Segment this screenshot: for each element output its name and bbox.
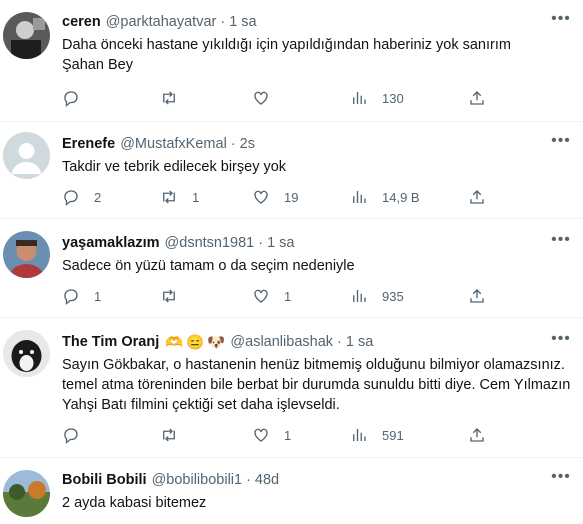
share-icon	[470, 91, 484, 105]
share-button[interactable]	[468, 188, 486, 206]
reply-icon	[64, 91, 78, 107]
views-icon	[353, 429, 366, 441]
tweet[interactable]: ceren @parktahayatvar · 1 sa ••• Daha ön…	[0, 0, 583, 122]
retweet-icon	[163, 190, 175, 204]
handle[interactable]: @dsntsn1981	[165, 235, 255, 251]
views-button[interactable]: 130	[350, 89, 404, 107]
reply-icon	[64, 428, 78, 444]
more-icon[interactable]: •••	[549, 331, 573, 352]
retweet-icon	[163, 289, 175, 303]
display-name[interactable]: Erenefe	[62, 136, 115, 152]
views-button[interactable]: 935	[350, 287, 404, 305]
handle[interactable]: @parktahayatvar	[106, 14, 217, 30]
views-icon	[353, 92, 366, 104]
tweet[interactable]: Bobili Bobili @bobilibobili1 · 48d ••• 2…	[0, 458, 583, 524]
share-button[interactable]	[468, 287, 486, 305]
timestamp[interactable]: 48d	[255, 472, 279, 488]
like-button[interactable]: 1	[252, 287, 291, 305]
reply-button[interactable]	[62, 89, 94, 107]
tweet-text: Takdir ve tebrik edilecek birşey yok	[62, 159, 287, 175]
heart-icon	[254, 91, 268, 105]
heart-icon	[254, 190, 268, 204]
views-icon	[353, 191, 366, 203]
like-count: 1	[284, 427, 292, 443]
reply-icon	[64, 190, 78, 206]
heart-hands-emoji: 🫶	[165, 334, 184, 351]
share-button[interactable]	[468, 426, 486, 444]
avatar[interactable]	[3, 470, 50, 517]
tweet-text: 2 ayda kabasi bitemez	[62, 495, 207, 511]
display-name[interactable]: ceren	[62, 14, 101, 30]
more-icon[interactable]: •••	[549, 232, 573, 253]
handle[interactable]: @aslanlibashak	[230, 334, 333, 350]
expressionless-face-emoji: 😑	[186, 334, 205, 351]
tweet[interactable]: The Tim Oranj 🫶 😑 🐶 @aslanlibashak · 1 s…	[0, 318, 583, 458]
tweet-text: Daha önceki hastane yıkıldığı için yapıl…	[62, 37, 511, 73]
avatar[interactable]	[3, 231, 50, 278]
reply-button[interactable]	[62, 426, 94, 444]
timestamp[interactable]: 2s	[240, 136, 255, 152]
timestamp[interactable]: 1 sa	[346, 334, 373, 350]
retweet-button[interactable]	[160, 426, 192, 444]
share-button[interactable]	[468, 89, 486, 107]
share-icon	[470, 428, 484, 442]
tweet[interactable]: yaşamaklazım @dsntsn1981 · 1 sa ••• Sade…	[0, 219, 583, 318]
more-icon[interactable]: •••	[549, 11, 573, 32]
reply-button[interactable]: 2	[62, 188, 101, 206]
more-icon[interactable]: •••	[549, 133, 573, 154]
handle[interactable]: @MustafxKemal	[120, 136, 227, 152]
views-button[interactable]: 14,9 B	[350, 188, 420, 206]
heart-icon	[254, 428, 268, 442]
tweet-text: Sayın Gökbakar, o hastanenin henüz bitme…	[62, 357, 571, 413]
like-button[interactable]: 19	[252, 188, 298, 206]
avatar[interactable]	[3, 132, 50, 179]
view-count: 14,9 B	[382, 189, 420, 205]
dog-face-emoji: 🐶	[207, 334, 226, 351]
retweet-button[interactable]: 1	[160, 188, 199, 206]
like-button[interactable]	[252, 89, 284, 107]
retweet-icon	[163, 428, 175, 442]
reply-count: 2	[94, 189, 102, 205]
like-count: 19	[284, 189, 299, 205]
name-emoji: 🫶 😑 🐶	[165, 334, 225, 351]
like-button[interactable]: 1	[252, 426, 291, 444]
share-icon	[470, 190, 484, 204]
retweet-button[interactable]	[160, 287, 192, 305]
reply-count: 1	[94, 288, 102, 304]
views-button[interactable]: 591	[350, 426, 404, 444]
tweet[interactable]: Erenefe @MustafxKemal · 2s ••• Takdir ve…	[0, 122, 583, 219]
display-name[interactable]: Bobili Bobili	[62, 472, 147, 488]
heart-icon	[254, 289, 268, 303]
retweet-icon	[163, 91, 175, 105]
timestamp[interactable]: 1 sa	[229, 14, 256, 30]
view-count: 130	[382, 90, 404, 106]
avatar[interactable]	[3, 12, 50, 59]
display-name[interactable]: The Tim Oranj	[62, 334, 159, 350]
avatar[interactable]	[3, 330, 50, 377]
more-icon[interactable]: •••	[549, 469, 573, 490]
reply-button[interactable]: 1	[62, 287, 101, 305]
handle[interactable]: @bobilibobili1	[152, 472, 243, 488]
views-icon	[353, 290, 366, 302]
view-count: 591	[382, 427, 404, 443]
view-count: 935	[382, 288, 404, 304]
reply-icon	[64, 289, 78, 305]
display-name[interactable]: yaşamaklazım	[62, 235, 160, 251]
timestamp[interactable]: 1 sa	[267, 235, 294, 251]
like-count: 1	[284, 288, 292, 304]
tweet-text: Sadece ön yüzü tamam o da seçim nedeniyl…	[62, 258, 355, 274]
retweet-count: 1	[192, 189, 200, 205]
retweet-button[interactable]	[160, 89, 192, 107]
share-icon	[470, 289, 484, 303]
